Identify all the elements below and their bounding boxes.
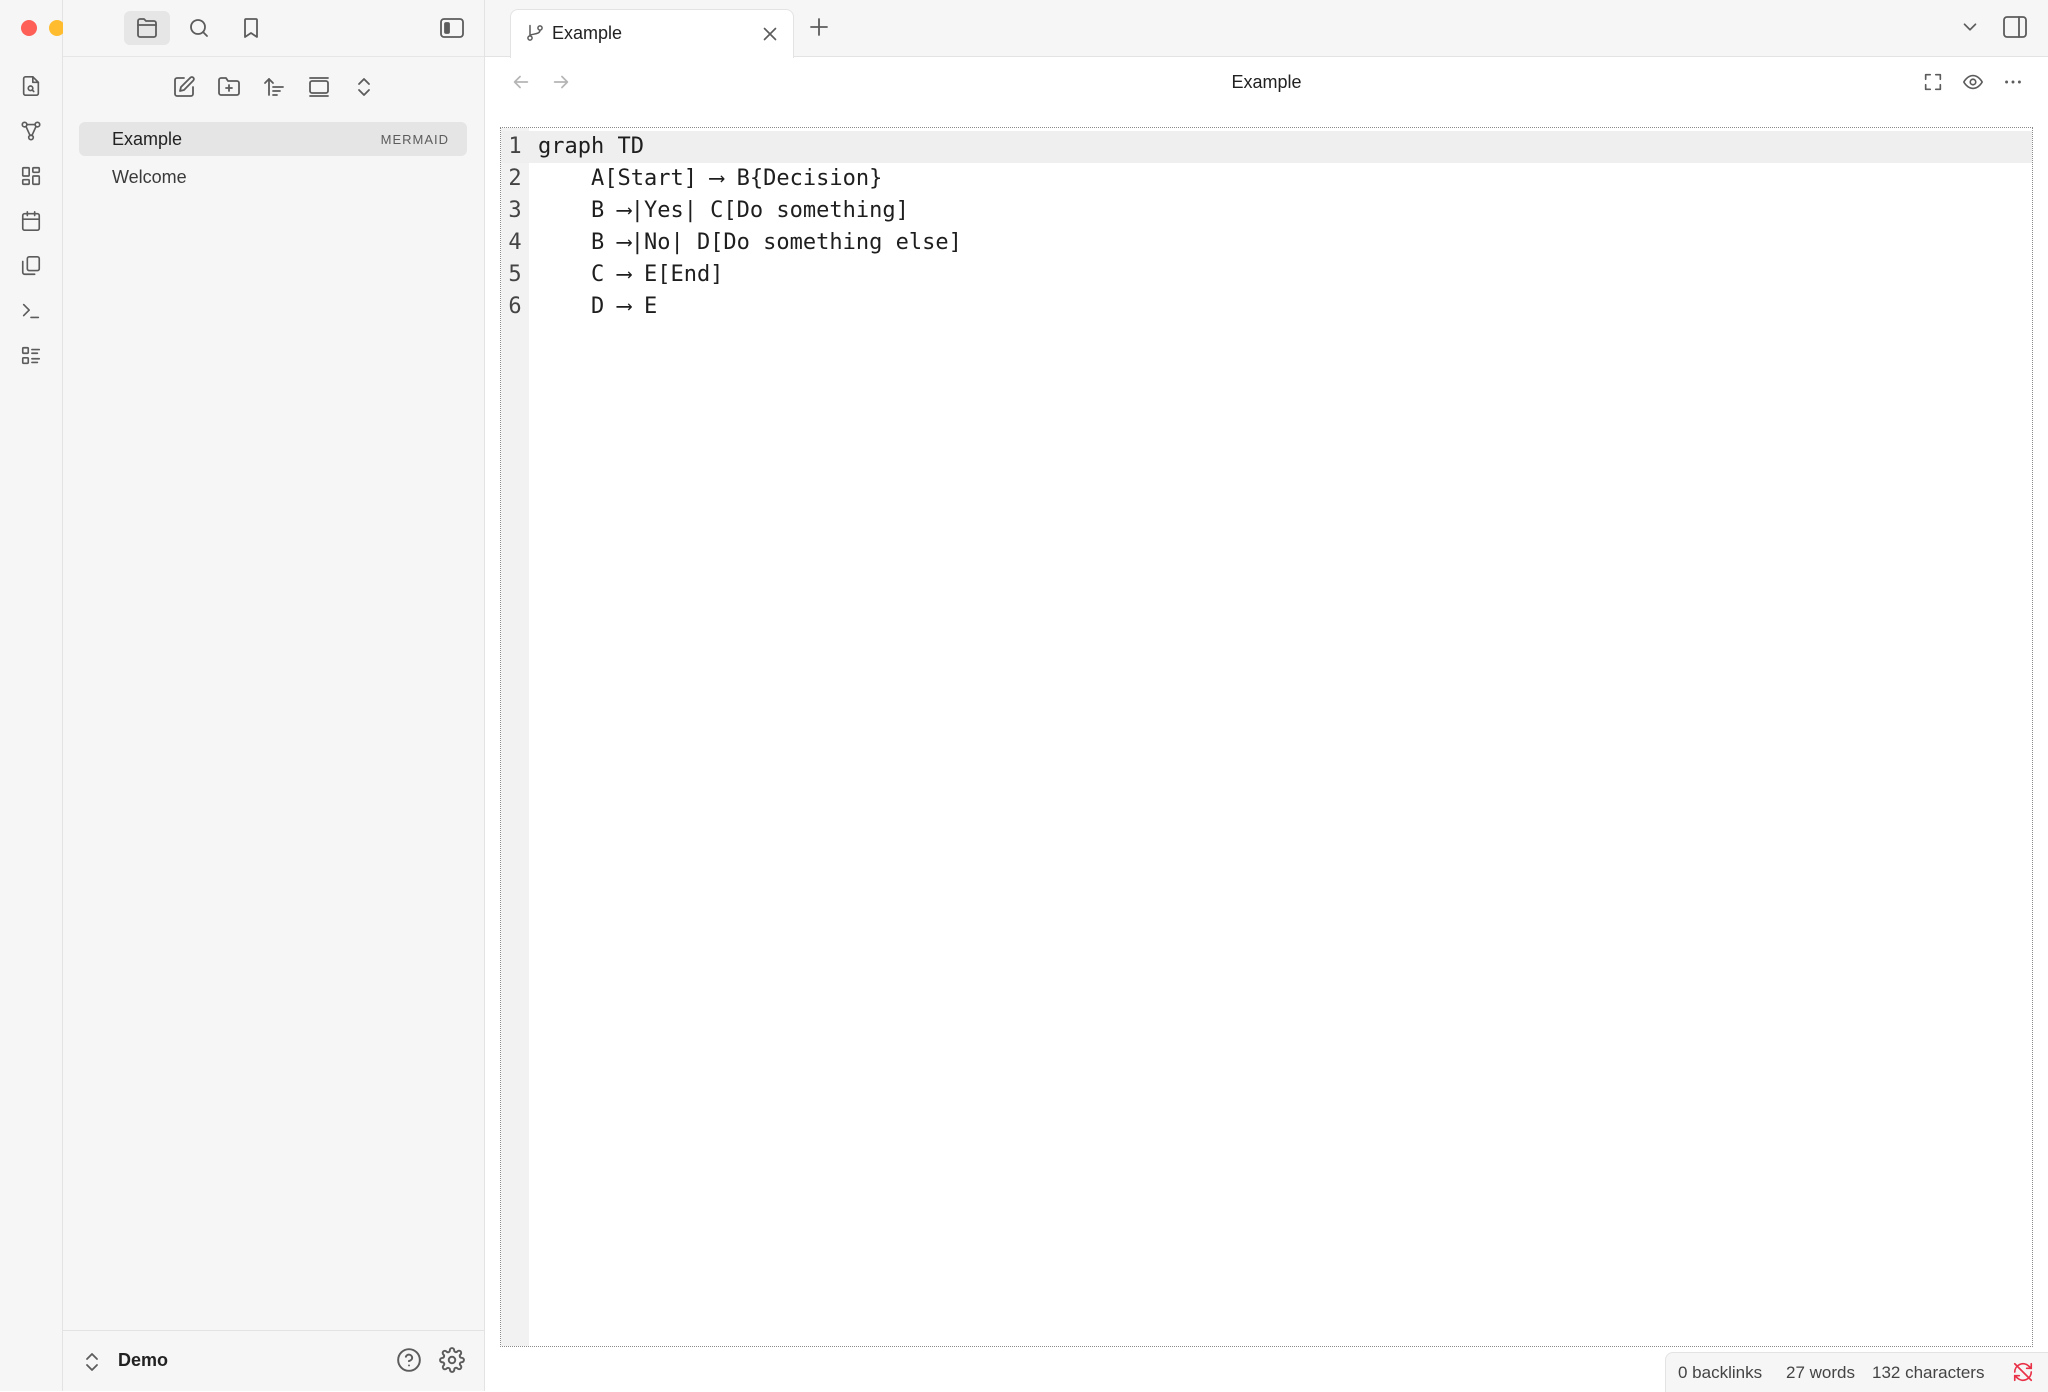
line-text: B ⟶|Yes| C[Do something] — [538, 198, 909, 223]
templates-icon[interactable] — [16, 251, 46, 281]
backlinks-count[interactable]: 0 backlinks — [1678, 1363, 1762, 1383]
word-count: 27 words — [1786, 1363, 1855, 1382]
sort-button[interactable] — [257, 70, 291, 104]
files-tab[interactable] — [124, 11, 170, 45]
vault-footer: Demo — [63, 1330, 484, 1392]
main-workspace: Example Example 1 graph TD 2 A[Start] ⟶ … — [485, 0, 2048, 1391]
toggle-right-sidebar-button[interactable] — [2002, 14, 2028, 40]
view-title[interactable]: Example — [485, 72, 2048, 93]
files-icon — [137, 18, 157, 38]
line-text: A[Start] ⟶ B{Decision} — [538, 166, 883, 191]
expand-icon — [1924, 73, 1942, 91]
file-item-welcome[interactable]: Welcome — [79, 160, 467, 194]
line-number: 6 — [508, 294, 522, 319]
chevrons-up-down-icon — [86, 1353, 98, 1371]
daily-note-icon[interactable] — [16, 206, 46, 236]
line-number: 3 — [508, 198, 522, 223]
line-text: D ⟶ E — [538, 294, 658, 319]
status-bar: 0 backlinks 27 words 132 characters — [1665, 1352, 2048, 1392]
new-tab-button[interactable] — [807, 15, 831, 39]
fullscreen-button[interactable] — [1917, 66, 1949, 98]
auto-reveal-button[interactable] — [302, 70, 336, 104]
view-header: Example — [485, 57, 2048, 109]
code-line[interactable]: 1 graph TD — [501, 131, 2032, 163]
plus-icon — [810, 18, 828, 36]
bookmarks-icon — [244, 18, 258, 38]
line-number: 4 — [508, 230, 522, 255]
code-line[interactable]: 5 C ⟶ E[End] — [501, 259, 2032, 291]
open-quick-switcher-icon[interactable] — [16, 71, 46, 101]
search-icon — [190, 19, 208, 37]
line-number: 5 — [508, 262, 522, 287]
new-note-button[interactable] — [167, 70, 201, 104]
file-item-example[interactable]: Example MERMAID — [79, 122, 467, 156]
sidebar-left-icon — [440, 18, 464, 38]
sort-icon — [264, 78, 284, 96]
tab-title: Example — [552, 23, 623, 43]
toggle-sidebar-button[interactable] — [429, 11, 475, 45]
sync-off-icon — [2013, 1362, 2033, 1382]
code-line[interactable]: 3 B ⟶|Yes| C[Do something] — [501, 195, 2032, 227]
line-text: C ⟶ E[End] — [538, 262, 724, 287]
file-type-badge: MERMAID — [380, 131, 449, 147]
new-folder-button[interactable] — [212, 70, 246, 104]
code-line[interactable]: 2 A[Start] ⟶ B{Decision} — [501, 163, 2032, 195]
sidebar-right-icon — [2003, 16, 2027, 38]
line-number: 1 — [508, 134, 522, 159]
help-button[interactable] — [396, 1347, 422, 1373]
tab-close-button[interactable] — [759, 23, 781, 45]
new-folder-icon — [218, 77, 240, 96]
close-icon — [763, 27, 777, 41]
new-note-icon — [174, 76, 195, 97]
eye-icon — [1963, 74, 1983, 90]
code-editor[interactable]: 1 graph TD 2 A[Start] ⟶ B{Decision} 3 B … — [500, 127, 2033, 1347]
reading-view-button[interactable] — [1957, 66, 1989, 98]
character-count: 132 characters — [1872, 1363, 1985, 1382]
more-options-button[interactable] — [1997, 66, 2029, 98]
collapse-all-icon — [358, 78, 370, 96]
code-line[interactable]: 6 D ⟶ E — [501, 291, 2032, 323]
sync-status-button[interactable] — [2012, 1361, 2034, 1383]
line-text: B ⟶|No| D[Do something else] — [538, 230, 962, 255]
vault-name[interactable]: Demo — [118, 1350, 168, 1371]
collapse-all-button[interactable] — [347, 70, 381, 104]
left-ribbon — [0, 0, 93, 1391]
settings-button[interactable] — [439, 1347, 465, 1373]
sidebar-tab-header — [63, 0, 484, 57]
ellipsis-icon — [2005, 80, 2021, 84]
tab-bar: Example — [485, 0, 2048, 58]
line-number: 2 — [508, 166, 522, 191]
file-explorer-sidebar: Example MERMAID Welcome Demo — [63, 0, 485, 1391]
canvas-icon[interactable] — [16, 161, 46, 191]
branch-icon — [525, 23, 545, 43]
file-item-label: Example — [112, 128, 183, 149]
graph-view-icon[interactable] — [16, 116, 46, 146]
vault-switcher-button[interactable] — [83, 1350, 101, 1374]
chevron-down-icon — [1963, 23, 1977, 31]
tab-list-button[interactable] — [1959, 16, 1981, 38]
tab-example[interactable]: Example — [510, 9, 794, 58]
gear-icon — [439, 1347, 465, 1373]
window-close-button[interactable] — [21, 20, 37, 36]
outline-icon[interactable] — [16, 341, 46, 371]
help-icon — [397, 1348, 421, 1372]
line-text: graph TD — [538, 134, 644, 159]
auto-reveal-icon — [309, 77, 329, 97]
code-line[interactable]: 4 B ⟶|No| D[Do something else] — [501, 227, 2032, 259]
search-tab[interactable] — [176, 11, 222, 45]
file-item-label: Welcome — [112, 166, 187, 187]
command-palette-icon[interactable] — [16, 296, 46, 326]
bookmarks-tab[interactable] — [228, 11, 274, 45]
